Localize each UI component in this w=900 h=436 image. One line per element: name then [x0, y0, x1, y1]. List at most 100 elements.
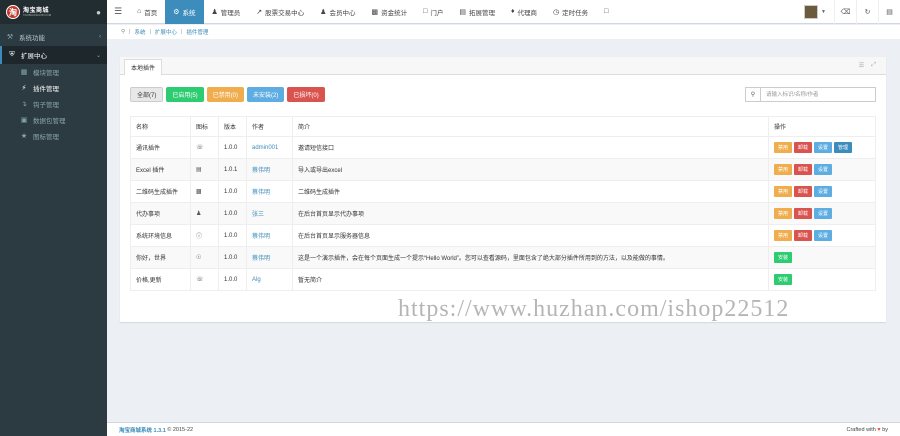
plugin-author[interactable]: Alg	[246, 268, 293, 291]
logo[interactable]: 淘 淘宝商城 TAOBAOSHOP.COM	[6, 5, 51, 19]
nav-tag[interactable]: □	[596, 0, 619, 24]
avatar[interactable]	[804, 4, 819, 19]
plugin-version: 1.0.1	[218, 158, 247, 181]
hook-icon: ↴	[21, 101, 27, 108]
plugin-author[interactable]: 张三	[246, 202, 293, 225]
breadcrumb-item[interactable]: 系统	[134, 28, 145, 36]
footer-crafted: Crafted with	[846, 426, 876, 433]
table-row: 你好，世界 ☉ 1.0.0 蔡伟明 这是一个演示插件，会在每个页面生成一个提示“…	[130, 246, 876, 269]
sidebar-item-hooks[interactable]: ↴ 钩子管理	[0, 96, 107, 112]
settings-button[interactable]: 设置	[814, 208, 833, 219]
sidebar-item-modules[interactable]: ▦ 模块管理	[0, 64, 107, 80]
table-row: 代办事项 ♟ 1.0.0 张三 在后台首页显示代办事项 禁用 卸载 设置	[130, 202, 876, 225]
column-header[interactable]: 名称	[130, 116, 191, 137]
nav-agent[interactable]: ♦ 代理商	[503, 0, 545, 24]
plugin-author[interactable]: 蔡伟明	[246, 158, 293, 181]
uninstall-button[interactable]: 卸载	[794, 142, 813, 153]
nav-expand[interactable]: ▤ 拓展管理	[451, 0, 503, 24]
disable-button[interactable]: 禁用	[774, 164, 793, 175]
sidebar-item-packages[interactable]: ▣ 数据包管理	[0, 112, 107, 128]
sidebar-item-icons[interactable]: ★ 图标管理	[0, 128, 107, 144]
disable-button[interactable]: 禁用	[774, 142, 793, 153]
phone-icon: ☏	[190, 136, 219, 159]
settings-button[interactable]: 设置	[814, 164, 833, 175]
chart-icon: ↗	[256, 8, 263, 16]
sidebar-item-plugins[interactable]: ⚡ 插件管理	[0, 80, 107, 96]
list-view-icon[interactable]: ☰	[859, 62, 864, 69]
shield-icon: ⛨	[9, 51, 15, 58]
breadcrumb-current: 插件管理	[186, 30, 209, 36]
search-input[interactable]	[760, 87, 876, 102]
plugin-version: 1.0.0	[218, 136, 247, 159]
install-button[interactable]: 安装	[774, 274, 793, 285]
filter-broken-button[interactable]: 已损坏(0)	[287, 87, 325, 102]
tab-local-plugins[interactable]: 本地插件	[124, 59, 163, 75]
filter-uninstalled-button[interactable]: 未安装(2)	[247, 87, 285, 102]
nav-portal[interactable]: □ 门户	[415, 0, 451, 24]
nav-cron[interactable]: ◷ 定时任务	[545, 0, 596, 24]
disable-button[interactable]: 禁用	[774, 230, 793, 241]
nav-admin[interactable]: ♟ 管理员	[204, 0, 249, 24]
fullscreen-icon[interactable]: ⤢	[871, 62, 876, 69]
install-button[interactable]: 安装	[774, 252, 793, 263]
trash-icon[interactable]: ⌫	[834, 0, 856, 24]
uninstall-button[interactable]: 卸载	[794, 230, 813, 241]
column-header: 图标	[190, 116, 219, 137]
footer: 淘宝商城系统 1.3.1 © 2015-22 Crafted with ♥ by	[107, 422, 900, 436]
nav-members[interactable]: ♟ 会员中心	[312, 0, 363, 24]
plugin-name: 代办事项	[130, 202, 191, 225]
nav-system[interactable]: ⚙ 系统	[165, 0, 204, 24]
settings-button[interactable]: 设置	[814, 230, 833, 241]
globe-icon: ☉	[190, 246, 219, 269]
breadcrumb-item[interactable]: 扩展中心	[155, 28, 177, 36]
filter-disabled-button[interactable]: 已禁用(0)	[206, 87, 245, 102]
plugin-author[interactable]: 蔡伟明	[246, 224, 293, 247]
nav-home[interactable]: ⌂ 首页	[129, 0, 165, 24]
agent-icon: ♦	[510, 8, 515, 15]
manage-button[interactable]: 管理	[834, 142, 853, 153]
uninstall-button[interactable]: 卸载	[794, 164, 813, 175]
settings-button[interactable]: 设置	[814, 186, 833, 197]
sidebar-submenu: ▦ 模块管理 ⚡ 插件管理 ↴ 钩子管理 ▣ 数据包管理 ★ 图标管理	[0, 64, 107, 144]
settings-button[interactable]: 设置	[814, 142, 833, 153]
sidebar: 淘 淘宝商城 TAOBAOSHOP.COM ● ⚒ 系统功能 ‹ ⛨ 扩展中心 …	[0, 0, 107, 436]
drop-icon[interactable]: ●	[96, 8, 101, 17]
disable-button[interactable]: 禁用	[774, 186, 793, 197]
users-icon: ♟	[320, 8, 327, 16]
top-right-tools: ▼ ⌫ ↻ ▤	[798, 0, 900, 24]
top-navbar: ☰ ⌂ 首页 ⚙ 系统 ♟ 管理员 ↗ 股票交易中心 ♟ 会员中心 ▩ 资金统计 □ 门户 ▤…	[107, 0, 900, 24]
table-row: Excel 插件 ▤ 1.0.1 蔡伟明 导入或导出excel 禁用 卸载 设置	[130, 158, 876, 181]
search-box: ⚲	[745, 87, 876, 102]
filter-all-button[interactable]: 全部(7)	[130, 87, 164, 102]
filter-enabled-button[interactable]: 已启用(5)	[166, 87, 204, 102]
nav-funds[interactable]: ▩ 资金统计	[363, 0, 415, 24]
plugin-name: 你好，世界	[130, 246, 191, 269]
logo-bar: 淘 淘宝商城 TAOBAOSHOP.COM ●	[0, 0, 107, 24]
sidebar-item-system[interactable]: ⚒ 系统功能 ‹	[0, 28, 107, 46]
plugin-author[interactable]: 蔡伟明	[246, 246, 293, 269]
stats-icon: ▩	[371, 8, 379, 16]
uninstall-button[interactable]: 卸载	[794, 208, 813, 219]
user-icon: ♟	[211, 8, 218, 16]
table-row: 价格,更新 ☏ 1.0.0 Alg 暂无简介 安装	[130, 268, 876, 291]
clock-icon: ◷	[553, 8, 560, 16]
plugin-intro: 在后台首页显示代办事项	[292, 202, 769, 225]
plugin-version: 1.0.0	[218, 224, 247, 247]
file-icon: ▤	[190, 158, 219, 181]
panel-icon[interactable]: ▤	[878, 0, 900, 24]
plugin-author[interactable]: 蔡伟明	[246, 180, 293, 203]
search-icon[interactable]: ⚲	[745, 87, 760, 102]
info-icon: ⓘ	[190, 224, 219, 247]
footer-brand[interactable]: 淘宝商城系统 1.3.1	[119, 426, 166, 434]
plugin-author[interactable]: admin001	[246, 136, 293, 159]
caret-down-icon[interactable]: ▼	[821, 9, 826, 15]
uninstall-button[interactable]: 卸载	[794, 186, 813, 197]
nav-stock[interactable]: ↗ 股票交易中心	[248, 0, 312, 24]
menu-toggle-icon[interactable]: ☰	[107, 0, 129, 24]
disable-button[interactable]: 禁用	[774, 208, 793, 219]
plugin-version: 1.0.0	[218, 180, 247, 203]
sidebar-item-extension[interactable]: ⛨ 扩展中心 ⌄	[0, 46, 107, 64]
table-row: 系统环境信息 ⓘ 1.0.0 蔡伟明 在后台首页显示服务器信息 禁用 卸载 设置	[130, 224, 876, 247]
plugin-intro: 暂无简介	[292, 268, 769, 291]
refresh-icon[interactable]: ↻	[856, 0, 878, 24]
